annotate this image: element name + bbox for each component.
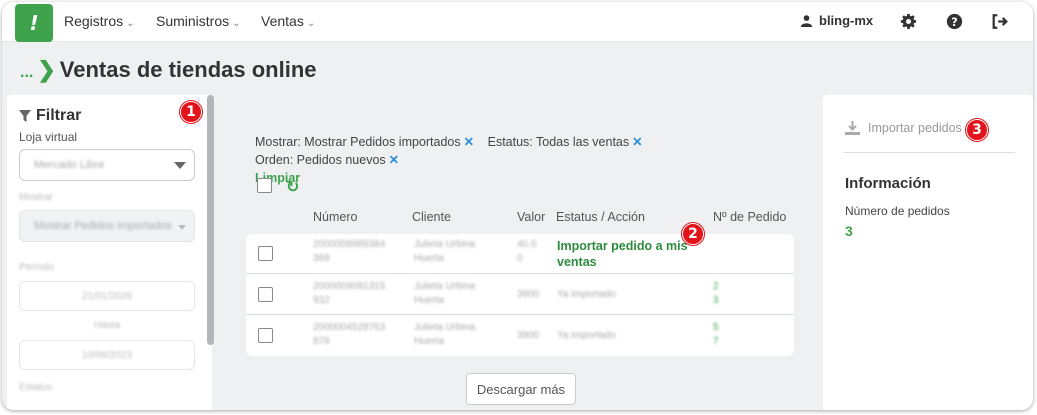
nav-suministros[interactable]: Suministros ⌄ (156, 13, 241, 29)
svg-text:?: ? (951, 15, 957, 28)
logout-icon[interactable] (990, 11, 1010, 31)
orders-table: 2000008989384 369 Julieta Urbina Huerta 40… (246, 234, 794, 356)
chevron-down-icon: ⌄ (306, 18, 316, 29)
row-checkbox[interactable] (258, 328, 273, 343)
mostrar-label: Mostrar (19, 192, 53, 203)
order-number: 2000004528763 878 (313, 322, 386, 347)
page-title-text: Ventas de tiendas online (59, 57, 317, 82)
date-from-input[interactable]: 21/01/2026 (19, 281, 195, 311)
download-icon (845, 121, 860, 135)
table-row: 2000004528763 878 Julieta Urbina Huerta 39… (246, 316, 794, 356)
row-checkbox[interactable] (258, 287, 273, 302)
active-filters: Mostrar: Mostrar Pedidos importados ✕ Est… (255, 133, 805, 187)
client-name: Julieta Urbina Huerta (414, 322, 476, 347)
select-all-checkbox[interactable] (257, 178, 272, 193)
order-count-label: Número de pedidos (845, 204, 950, 218)
mostrar-select[interactable]: Mostrar Pedidos importados (19, 210, 195, 242)
date-to-input[interactable]: 10/06/2023 (19, 340, 195, 370)
order-count-value: 3 (845, 223, 853, 239)
info-title: Información (845, 175, 931, 192)
top-navbar: ! Registros ⌄ Suministros ⌄ Ventas ⌄ bling-… (2, 2, 1033, 42)
callout-badge-1: 1 (180, 101, 202, 123)
order-value: 3900 (517, 330, 540, 341)
import-order-link[interactable]: Importar pedido a mis ventas (557, 238, 692, 270)
caret-down-icon (178, 225, 186, 230)
order-value: 40.0 0 (517, 239, 537, 264)
import-orders-button[interactable]: Importar pedidos (845, 121, 962, 135)
periodo-label: Período (19, 262, 55, 273)
refresh-icon[interactable]: ↻ (286, 177, 299, 197)
col-header-pedido[interactable]: Nº de Pedido (713, 210, 786, 224)
loja-label: Loja virtual (19, 130, 78, 144)
order-number: 2000009081315 932 (313, 281, 386, 306)
filter-title: Filtrar (19, 107, 81, 125)
callout-badge-2: 2 (682, 223, 704, 245)
sidebar-scrollbar[interactable] (207, 95, 214, 345)
page-title: ... ❯ Ventas de tiendas online (20, 57, 317, 83)
col-header-valor[interactable]: Valor (517, 210, 545, 224)
load-more-button[interactable]: Descargar más (466, 373, 576, 405)
order-status: Ya importado (557, 330, 616, 341)
table-row: 2000008989384 369 Julieta Urbina Huerta 40… (246, 234, 794, 274)
client-name: Julieta Urbina Huerta (414, 239, 476, 264)
col-header-cliente[interactable]: Cliente (412, 210, 451, 224)
order-id[interactable]: 23 (713, 280, 719, 308)
help-icon[interactable]: ? (944, 11, 964, 31)
divider (843, 152, 1015, 153)
gear-icon[interactable] (898, 11, 918, 31)
col-header-numero[interactable]: Número (313, 210, 357, 224)
table-row: 2000009081315 932 Julieta Urbina Huerta 39… (246, 275, 794, 315)
order-number: 2000008989384 369 (313, 239, 386, 264)
logo[interactable]: ! (15, 4, 53, 42)
app-window: ! Registros ⌄ Suministros ⌄ Ventas ⌄ bling-… (2, 2, 1033, 410)
callout-badge-3: 3 (966, 119, 988, 141)
caret-down-icon (174, 162, 186, 169)
chevron-down-icon: ⌄ (232, 18, 241, 29)
col-header-estatus[interactable]: Estatus / Acción (556, 210, 645, 224)
client-name: Julieta Urbina Huerta (414, 281, 476, 306)
row-checkbox[interactable] (258, 246, 273, 261)
user-menu[interactable]: bling-mx (800, 13, 873, 28)
chevron-right-icon: ❯ (37, 57, 56, 82)
order-status: Ya importado (557, 289, 616, 300)
estatus-label: Estatus (19, 382, 53, 393)
user-name: bling-mx (819, 13, 874, 28)
filter-chip-mostrar: Mostrar: Mostrar Pedidos importados ✕ (255, 135, 475, 149)
loja-select[interactable]: Mercado Libre (19, 149, 195, 181)
nav-registros[interactable]: Registros ⌄ (64, 13, 135, 29)
chevron-down-icon: ⌄ (126, 18, 135, 29)
info-panel: Importar pedidos Información Número de p… (823, 95, 1033, 410)
order-id[interactable]: 57 (713, 321, 719, 349)
hasta-label: Hasta (93, 320, 121, 331)
filter-sidebar: Filtrar Loja virtual Mercado Libre Mostr… (7, 95, 212, 410)
close-icon[interactable]: ✕ (632, 135, 642, 149)
close-icon[interactable]: ✕ (464, 135, 474, 149)
nav-ventas[interactable]: Ventas ⌄ (261, 13, 315, 29)
order-value: 3900 (517, 289, 540, 300)
filter-icon (19, 110, 31, 122)
user-icon (800, 15, 813, 27)
close-icon[interactable]: ✕ (389, 153, 399, 167)
breadcrumb-ellipsis[interactable]: ... (20, 64, 33, 81)
filter-chip-estatus: Estatus: Todas las ventas ✕ (487, 135, 643, 149)
filter-chip-orden: Orden: Pedidos nuevos ✕ (255, 153, 400, 167)
